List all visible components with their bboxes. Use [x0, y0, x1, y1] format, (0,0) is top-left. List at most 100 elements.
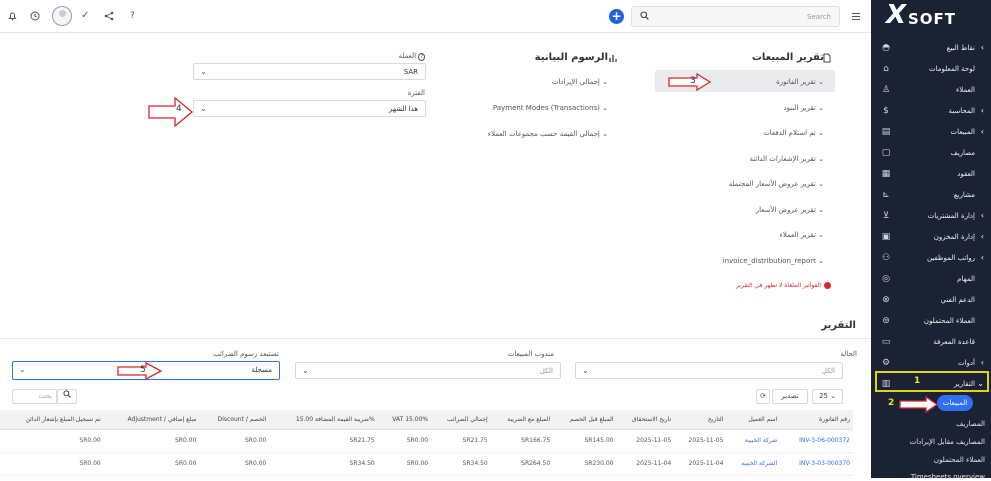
column-header[interactable]: اسم العميل	[726, 410, 781, 430]
chart-item-2[interactable]: إجمالي القيمة حسب مجموعات العملاء ⌄	[488, 130, 608, 138]
table-cell: SR0.00	[0, 452, 104, 476]
sidebar-sub-expenses[interactable]: المصاريف	[956, 420, 985, 428]
sidebar-item-9[interactable]: ▣ إدارة المخزون ‹	[871, 227, 991, 248]
table-header-row: تم تسجيل المبلغ بإشعار الدائن Adjustment …	[0, 410, 853, 430]
sales-report-item-1[interactable]: تقرير البنود ⌄	[783, 104, 824, 112]
table-cell: SR0.00	[199, 452, 270, 476]
table-cell: SR264.50	[490, 452, 554, 476]
sidebar-sub-leads[interactable]: العملاء المحتملون	[934, 456, 985, 464]
table-cell[interactable]: INV-3-03-000370	[780, 452, 853, 476]
column-header[interactable]: ضريبة القيمة المضافة 15.00%	[269, 410, 378, 430]
currency-label: العملة ?	[399, 52, 425, 61]
currency-select[interactable]: ⌄ SAR	[193, 63, 426, 80]
column-header[interactable]: VAT 15.00%	[377, 410, 432, 430]
sidebar-item-14[interactable]: ▭ قاعدة المعرفة	[871, 332, 991, 353]
table-cell: SR0.00	[199, 429, 270, 453]
column-header[interactable]: المبلغ مع الضريبة	[490, 410, 554, 430]
table-cell: 2025-11-05	[674, 429, 727, 453]
sidebar-item-2[interactable]: ♙ العملاء	[871, 80, 991, 101]
sidebar-item-label: لوحة المعلومات	[929, 65, 975, 73]
add-button[interactable]: +	[609, 9, 624, 24]
check-icon[interactable]: ✓	[81, 11, 89, 21]
export-button[interactable]: تصدير	[772, 389, 808, 404]
sidebar-item-3[interactable]: $ المحاسبة ‹	[871, 101, 991, 122]
page-size-select[interactable]: 25 ⌄	[812, 389, 843, 404]
charts-title: الرسوم البيانية	[534, 52, 608, 63]
sales-report-item-4[interactable]: تقرير عروض الأسعار المحتملة ⌄	[729, 180, 824, 188]
sidebar-item-10[interactable]: ⚇ رواتب الموظفين ‹	[871, 248, 991, 269]
annotation-1: 1	[914, 376, 921, 386]
sidebar-item-1[interactable]: ⌂ لوحة المعلومات	[871, 59, 991, 80]
sidebar-item-8[interactable]: ⊻ إدارة المشتريات ‹	[871, 206, 991, 227]
column-header[interactable]: رقم الفاتورة	[780, 410, 853, 430]
sidebar-sub-expenses-vs-income[interactable]: المصاريف مقابل الإيرادات	[910, 438, 985, 446]
clock-icon[interactable]	[30, 11, 40, 24]
menu-toggle-icon[interactable]	[852, 13, 860, 22]
sidebar-item-label: مصاريف	[950, 149, 975, 157]
search-placeholder: Search	[806, 13, 831, 21]
chevron-down-icon: ⌄	[818, 256, 824, 265]
table-cell[interactable]: شركة الخبيبة	[726, 429, 781, 453]
share-icon[interactable]	[104, 11, 114, 24]
table-search-input[interactable]: بحث	[12, 389, 57, 404]
sales-report-item-7[interactable]: invoice_distribution_report ⌄	[723, 257, 824, 265]
bar-chart-icon	[609, 55, 617, 62]
sales-report-item-5[interactable]: تقرير عروض الأسعار ⌄	[756, 206, 824, 214]
sidebar-item-5[interactable]: ▢ مصاريف	[871, 143, 991, 164]
column-header[interactable]: Discount / الخصم	[199, 410, 270, 430]
column-header[interactable]: المبلغ قبل الخصم	[553, 410, 617, 430]
sales-report-item-3[interactable]: تقرير الإشعارات الدائنة ⌄	[750, 155, 824, 163]
sales-report-item-6[interactable]: تقرير العملاء ⌄	[780, 231, 824, 239]
sidebar-item-7[interactable]: ⊾ مشاريع	[871, 185, 991, 206]
chart-item-label: Payment Modes (Transactions)	[492, 104, 600, 112]
sales-report-item-label: تقرير عروض الأسعار	[755, 205, 816, 214]
help-icon[interactable]: ?	[130, 11, 135, 21]
column-header[interactable]: التاريخ	[674, 410, 727, 430]
table-cell[interactable]: الشركة الخبيبة	[726, 452, 781, 476]
sidebar-item-label: رواتب الموظفين	[926, 254, 975, 262]
sidebar-item-11[interactable]: ◎ المهام	[871, 269, 991, 290]
chevron-down-icon: ⌄	[818, 180, 824, 188]
chart-item-0[interactable]: إجمالي الإيرادات ⌄	[552, 78, 608, 86]
sidebar-item-12[interactable]: ⊗ الدعم الفني	[871, 290, 991, 311]
period-select[interactable]: ⌄ هذا الشهر	[193, 100, 426, 117]
sidebar-sub-sales[interactable]: المبيعات	[937, 395, 973, 411]
chart-icon: ⊾	[882, 190, 890, 200]
chart-item-1[interactable]: Payment Modes (Transactions) ⌄	[493, 104, 608, 112]
sidebar-item-0[interactable]: ◓ نقاط البيع ‹	[871, 38, 991, 59]
status-select[interactable]: ⌄ الكل	[575, 362, 843, 379]
sales-report-item-2[interactable]: تم استلام الدفعات ⌄	[763, 129, 824, 137]
column-header[interactable]: إجمالي الضرائب	[431, 410, 491, 430]
chevron-down-icon: ⌄	[818, 205, 824, 214]
sidebar-item-6[interactable]: ▦ العقود	[871, 164, 991, 185]
search-input[interactable]: Search	[631, 6, 840, 27]
chevron-down-icon: ⌄	[602, 130, 608, 138]
refresh-button[interactable]: ⟳	[756, 389, 770, 404]
bell-icon[interactable]	[8, 11, 17, 24]
cancelled-invoices-warning: الفواتير الملغاة لا تظهر في التقرير	[736, 282, 832, 289]
chevron-down-icon: ⌄	[200, 104, 207, 113]
table-cell[interactable]: INV-3-06-000372	[780, 429, 853, 453]
sidebar-reports-highlight	[875, 371, 989, 392]
column-header[interactable]: تاريخ الاستحقاق	[616, 410, 675, 430]
sales-report-item-0[interactable]: تقرير الفاتورة ⌄	[776, 78, 824, 86]
sidebar-item-13[interactable]: ⊜ العملاء المحتملون	[871, 311, 991, 332]
document-icon	[823, 53, 831, 63]
chevron-icon: ‹	[980, 358, 984, 367]
column-header[interactable]: تم تسجيل المبلغ بإشعار الدائن	[0, 410, 104, 430]
refresh-icon: ⟳	[760, 392, 766, 400]
search-icon	[63, 390, 71, 398]
tax-filter-label: تستبعد رسوم الضرائب	[213, 350, 279, 358]
sales-report-item-label: تقرير العملاء	[779, 231, 816, 239]
question-icon: ?	[418, 53, 425, 61]
sidebar-sub-timesheets[interactable]: Timesheets overview	[911, 473, 985, 481]
table-search-button[interactable]	[57, 389, 77, 404]
sales-agent-select[interactable]: ⌄ الكل	[295, 362, 561, 379]
sales-report-title: تقرير المبيعات	[751, 52, 824, 63]
avatar[interactable]	[52, 6, 72, 26]
table-cell: 2025-11-05	[616, 429, 675, 453]
logo-mark: X	[886, 0, 907, 30]
sales-report-item-label: تم استلام الدفعات	[763, 129, 816, 137]
sidebar-item-4[interactable]: ▤ المبيعات ‹	[871, 122, 991, 143]
column-header[interactable]: Adjustment / مبلغ إضافي	[103, 410, 200, 430]
